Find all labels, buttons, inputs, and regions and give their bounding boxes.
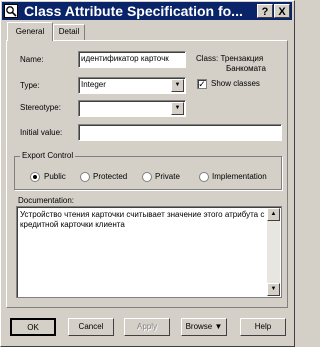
initial-value-label: Initial value: bbox=[20, 128, 63, 137]
down-arrow-icon[interactable]: ▼ bbox=[171, 79, 184, 92]
radio-private-label: Private bbox=[155, 172, 180, 181]
name-input[interactable]: идентификатор карточк bbox=[78, 51, 186, 68]
window-title: Class Attribute Specification fo... bbox=[24, 3, 243, 19]
browse-button[interactable]: Browse ▼ bbox=[181, 318, 227, 336]
cancel-button[interactable]: Cancel bbox=[68, 318, 114, 336]
class-value: Банкомата bbox=[226, 64, 266, 73]
stereotype-label: Stereotype: bbox=[20, 103, 61, 112]
help-button[interactable]: Help bbox=[240, 318, 286, 336]
show-classes-checkbox[interactable]: ✓ bbox=[197, 79, 207, 89]
documentation-label: Documentation: bbox=[18, 196, 75, 205]
down-arrow-icon[interactable]: ▼ bbox=[267, 283, 280, 296]
documentation-scrollbar[interactable]: ▲ ▼ bbox=[267, 208, 280, 296]
magnifier-icon bbox=[4, 4, 18, 18]
ok-button[interactable]: OK bbox=[10, 318, 56, 336]
initial-value-input[interactable] bbox=[78, 124, 282, 141]
type-value: Integer bbox=[81, 80, 106, 89]
apply-button[interactable]: Apply bbox=[124, 318, 170, 336]
tab-detail[interactable]: Detail bbox=[53, 24, 85, 40]
class-label: Class: Трензакция bbox=[196, 54, 264, 63]
title-bar[interactable]: Class Attribute Specification fo... ? X bbox=[2, 2, 292, 20]
documentation-textarea[interactable]: Устройство чтения карточки считывает зна… bbox=[16, 206, 282, 298]
help-title-button[interactable]: ? bbox=[257, 4, 273, 18]
radio-public-label: Public bbox=[44, 172, 66, 181]
radio-private[interactable] bbox=[142, 172, 152, 182]
stereotype-select[interactable] bbox=[78, 100, 186, 117]
tab-general[interactable]: General bbox=[7, 22, 53, 41]
type-select[interactable]: Integer bbox=[78, 77, 186, 94]
close-button[interactable]: X bbox=[274, 4, 290, 18]
documentation-text: Устройство чтения карточки считывает зна… bbox=[20, 210, 265, 229]
radio-implementation[interactable] bbox=[199, 172, 209, 182]
radio-implementation-label: Implementation bbox=[212, 172, 267, 181]
radio-protected-label: Protected bbox=[93, 172, 128, 181]
type-label: Type: bbox=[20, 81, 40, 90]
up-arrow-icon[interactable]: ▲ bbox=[267, 208, 280, 221]
name-label: Name: bbox=[20, 55, 44, 64]
show-classes-label: Show classes bbox=[211, 79, 260, 88]
radio-protected[interactable] bbox=[80, 172, 90, 182]
export-control-title: Export Control bbox=[20, 151, 76, 160]
down-arrow-icon[interactable]: ▼ bbox=[171, 102, 184, 115]
radio-public[interactable] bbox=[30, 172, 40, 182]
